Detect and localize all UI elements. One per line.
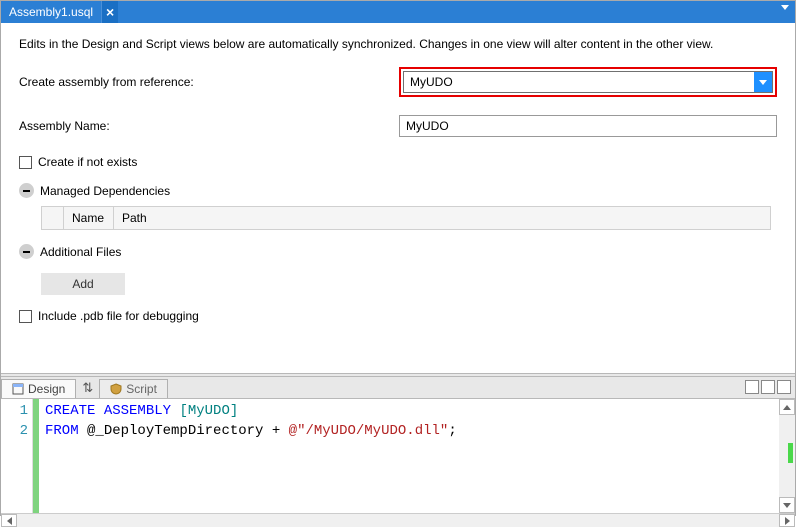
caret-indicator: [788, 443, 793, 463]
vertical-scrollbar[interactable]: [779, 399, 795, 513]
split-horizontal-button[interactable]: [745, 380, 759, 394]
combobox-dropdown-button[interactable]: [754, 72, 772, 92]
reference-highlight: MyUDO: [399, 67, 777, 97]
swap-icon: ⇅: [82, 380, 93, 396]
reference-value: MyUDO: [404, 72, 754, 92]
additional-files-label: Additional Files: [40, 245, 121, 259]
tab-script-label: Script: [126, 382, 157, 396]
row-selector-column: [42, 207, 64, 229]
sync-hint: Edits in the Design and Script views bel…: [19, 37, 777, 51]
swap-views-button[interactable]: ⇅: [76, 377, 99, 398]
reference-label: Create assembly from reference:: [19, 75, 399, 89]
assembly-name-input[interactable]: [399, 115, 777, 137]
tab-filename: Assembly1.usql: [9, 5, 93, 19]
create-if-not-exists-checkbox[interactable]: [19, 156, 32, 169]
deps-col-path: Path: [114, 207, 770, 229]
line-number: 1: [1, 401, 28, 421]
design-view: Edits in the Design and Script views bel…: [1, 23, 795, 373]
deps-col-name: Name: [64, 207, 114, 229]
chevron-left-icon: [7, 517, 12, 525]
horizontal-scrollbar[interactable]: [1, 513, 795, 527]
managed-deps-header: Name Path: [42, 207, 770, 229]
managed-deps-label: Managed Dependencies: [40, 184, 170, 198]
document-tab-bar: Assembly1.usql ×: [1, 1, 795, 23]
additional-files-collapser[interactable]: [19, 244, 34, 259]
document-tab[interactable]: Assembly1.usql: [1, 1, 101, 23]
create-if-not-exists-label: Create if not exists: [38, 155, 137, 169]
scroll-up-button[interactable]: [779, 399, 795, 415]
close-icon: ×: [106, 5, 114, 19]
add-button[interactable]: Add: [41, 273, 125, 295]
assembly-name-label: Assembly Name:: [19, 119, 399, 133]
code-area[interactable]: CREATE ASSEMBLY [MyUDO] FROM @_DeployTem…: [39, 399, 795, 513]
chevron-up-icon: [783, 405, 791, 410]
managed-deps-collapser[interactable]: [19, 183, 34, 198]
design-icon: [12, 383, 24, 395]
tab-design-label: Design: [28, 382, 65, 396]
close-tab-button[interactable]: ×: [101, 1, 118, 23]
script-editor[interactable]: 1 2 CREATE ASSEMBLY [MyUDO] FROM @_Deplo…: [1, 399, 795, 513]
tab-script[interactable]: Script: [99, 379, 168, 398]
line-number-gutter: 1 2: [1, 399, 33, 513]
managed-deps-table: Name Path: [41, 206, 771, 230]
chevron-right-icon: [785, 517, 790, 525]
tab-design[interactable]: Design: [1, 379, 76, 398]
include-pdb-checkbox[interactable]: [19, 310, 32, 323]
chevron-down-icon: [759, 80, 767, 85]
view-tab-strip: Design ⇅ Script: [1, 377, 795, 399]
maximize-pane-button[interactable]: [777, 380, 791, 394]
script-icon: [110, 383, 122, 395]
chevron-down-icon: [783, 503, 791, 508]
line-number: 2: [1, 421, 28, 441]
scroll-down-button[interactable]: [779, 497, 795, 513]
include-pdb-label: Include .pdb file for debugging: [38, 309, 199, 323]
tab-menu-dropdown-icon[interactable]: [781, 5, 789, 10]
split-vertical-button[interactable]: [761, 380, 775, 394]
reference-combobox[interactable]: MyUDO: [403, 71, 773, 93]
